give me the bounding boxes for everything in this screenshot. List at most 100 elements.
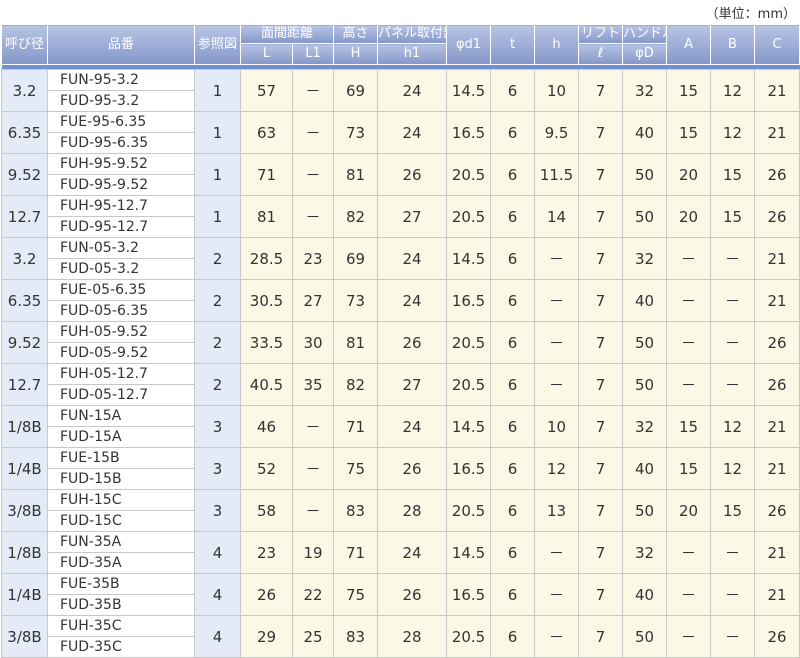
value-cell-d: 40 — [622, 111, 668, 154]
value-cell-h: 73 — [333, 279, 379, 322]
value-cell-t: 6 — [490, 615, 536, 658]
part-number-cell: FUN-05-3.2 — [47, 237, 195, 259]
header-handle: ハンドル — [622, 24, 668, 44]
value-cell-d: 32 — [622, 405, 668, 448]
value-cell-t: 6 — [490, 447, 536, 490]
value-cell-d: 32 — [622, 69, 668, 112]
value-cell-lift: 7 — [578, 321, 624, 364]
size-cell: 6.35 — [1, 111, 48, 154]
value-cell-a: － — [666, 237, 712, 280]
table-row: 6.35 FUE-95-6.35 1 63 － 73 24 16.5 6 9.5 7 40 15 12 21 — [1, 111, 800, 154]
value-cell-h: 14 — [534, 195, 580, 238]
value-cell-c: 26 — [754, 489, 800, 532]
header-panel-mount: パネル取付部 — [377, 24, 448, 44]
value-cell-a: 15 — [666, 69, 712, 112]
part-number-cell: FUD-95-6.35 — [47, 132, 195, 154]
value-cell-d: 50 — [622, 363, 668, 406]
reference-cell: 4 — [194, 615, 241, 658]
value-cell-h1: 24 — [377, 279, 448, 322]
value-cell-h: 83 — [333, 615, 379, 658]
part-number-cell: FUD-35B — [47, 594, 195, 616]
value-cell-l: 28.5 — [240, 237, 293, 280]
header-h-capital: H — [333, 43, 379, 65]
header-size: 呼び径 — [1, 24, 48, 65]
header-t: t — [490, 24, 536, 65]
value-cell-b: － — [710, 237, 756, 280]
part-number-cell: FUE-15B — [47, 447, 195, 469]
table-row: 1/8B FUN-15A 3 46 － 71 24 14.5 6 10 7 32 15 12 21 — [1, 405, 800, 448]
value-cell-h: 82 — [333, 363, 379, 406]
part-number-cell: FUE-95-6.35 — [47, 111, 195, 133]
value-cell-a: 15 — [666, 405, 712, 448]
value-cell-h: 73 — [333, 111, 379, 154]
part-number-cell: FUH-95-12.7 — [47, 195, 195, 217]
reference-cell: 1 — [194, 111, 241, 154]
value-cell-d: 32 — [622, 531, 668, 574]
part-number-cell: FUN-95-3.2 — [47, 69, 195, 91]
value-cell-c: 26 — [754, 321, 800, 364]
value-cell-lift: 7 — [578, 153, 624, 196]
value-cell-h: － — [534, 531, 580, 574]
value-cell-d: 50 — [622, 489, 668, 532]
value-cell-b: － — [710, 363, 756, 406]
value-cell-d: 50 — [622, 615, 668, 658]
unit-label: （単位：mm） — [705, 7, 796, 22]
table-row: 12.7 FUH-95-12.7 1 81 － 82 27 20.5 6 14 7 50 20 15 26 — [1, 195, 800, 238]
reference-cell: 3 — [194, 489, 241, 532]
value-cell-h1: 27 — [377, 363, 448, 406]
value-cell-b: － — [710, 531, 756, 574]
value-cell-c: 21 — [754, 405, 800, 448]
reference-cell: 1 — [194, 195, 241, 238]
value-cell-h: 11.5 — [534, 153, 580, 196]
size-cell: 1/8B — [1, 405, 48, 448]
value-cell-h: － — [534, 279, 580, 322]
table-row: 6.35 FUE-05-6.35 2 30.5 27 73 24 16.5 6 － 7 40 －－ 21 — [1, 279, 800, 322]
value-cell-h: － — [534, 363, 580, 406]
size-cell: 1/4B — [1, 573, 48, 616]
reference-cell: 3 — [194, 447, 241, 490]
table-row: 12.7 FUH-05-12.7 2 40.5 35 82 27 20.5 6 － 7 50 －－ 26 — [1, 363, 800, 406]
value-cell-t: 6 — [490, 111, 536, 154]
value-cell-d1: 14.5 — [446, 531, 492, 574]
value-cell-l: 26 — [240, 573, 293, 616]
value-cell-h: 10 — [534, 69, 580, 112]
part-number-cell: FUD-05-3.2 — [47, 258, 195, 280]
value-cell-b: 12 — [710, 405, 756, 448]
value-cell-t: 6 — [490, 195, 536, 238]
value-cell-t: 6 — [490, 153, 536, 196]
value-cell-h: 81 — [333, 321, 379, 364]
value-cell-d1: 14.5 — [446, 69, 492, 112]
value-cell-l1: － — [291, 195, 335, 238]
value-cell-l: 58 — [240, 489, 293, 532]
value-cell-h: 10 — [534, 405, 580, 448]
value-cell-c: 26 — [754, 363, 800, 406]
value-cell-h: 83 — [333, 489, 379, 532]
value-cell-lift: 7 — [578, 363, 624, 406]
value-cell-d: 40 — [622, 447, 668, 490]
value-cell-c: 21 — [754, 69, 800, 112]
value-cell-h: 13 — [534, 489, 580, 532]
size-cell: 3.2 — [1, 237, 48, 280]
value-cell-l: 52 — [240, 447, 293, 490]
part-number-cell: FUE-05-6.35 — [47, 279, 195, 301]
value-cell-d1: 14.5 — [446, 237, 492, 280]
value-cell-h1: 24 — [377, 531, 448, 574]
value-cell-t: 6 — [490, 279, 536, 322]
part-number-cell: FUD-15C — [47, 510, 195, 532]
value-cell-d1: 20.5 — [446, 195, 492, 238]
value-cell-b: 15 — [710, 195, 756, 238]
table-header: 呼び径 品番 参照図 面間距離 高さ パネル取付部 φd1 t h リフト ハン… — [1, 24, 800, 70]
header-l1: L1 — [291, 43, 335, 65]
part-number-cell: FUD-95-3.2 — [47, 90, 195, 112]
value-cell-l1: － — [291, 153, 335, 196]
value-cell-l: 57 — [240, 69, 293, 112]
value-cell-a: 15 — [666, 111, 712, 154]
size-cell: 6.35 — [1, 279, 48, 322]
table-row: 1/4B FUE-15B 3 52 － 75 26 16.5 6 12 7 40 15 12 21 — [1, 447, 800, 490]
value-cell-b: － — [710, 279, 756, 322]
value-cell-lift: 7 — [578, 279, 624, 322]
value-cell-c: 21 — [754, 279, 800, 322]
reference-cell: 2 — [194, 363, 241, 406]
value-cell-l1: 30 — [291, 321, 335, 364]
value-cell-lift: 7 — [578, 195, 624, 238]
